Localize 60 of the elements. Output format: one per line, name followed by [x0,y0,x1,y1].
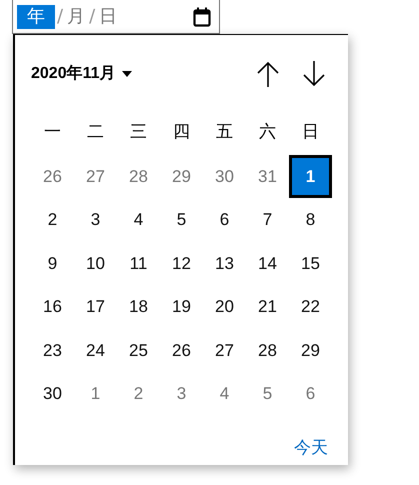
weekday-label: 四 [172,121,191,144]
day-cell[interactable]: 14 [246,242,289,285]
weekday-label: 五 [215,121,234,144]
day-cell[interactable]: 4 [203,372,246,416]
arrow-up-icon[interactable] [256,61,280,87]
day-cell[interactable]: 5 [246,372,289,416]
day-cell[interactable]: 31 [246,154,289,198]
separator: / [56,4,64,28]
day-cell[interactable]: 10 [74,242,117,285]
day-cell[interactable]: 1 [289,154,332,198]
day-cell[interactable]: 2 [117,372,160,416]
month-dropdown[interactable]: 2020年11月 [31,62,132,86]
day-cell[interactable]: 25 [117,328,160,372]
caret-icon [122,71,132,77]
day-cell[interactable]: 4 [117,198,160,242]
day-cell[interactable]: 2 [31,198,74,242]
day-cell[interactable]: 28 [117,154,160,198]
day-cell[interactable]: 24 [74,328,117,372]
day-cell[interactable]: 30 [203,154,246,198]
day-cell[interactable]: 17 [74,285,117,328]
day-cell[interactable]: 30 [31,372,74,416]
day-cell[interactable]: 6 [203,198,246,242]
day-cell[interactable]: 29 [289,328,332,372]
day-cell[interactable]: 16 [31,285,74,328]
day-cell[interactable]: 15 [289,242,332,285]
day-cell[interactable]: 19 [160,285,203,328]
day-cell[interactable]: 13 [203,242,246,285]
day-cell[interactable]: 1 [74,372,117,416]
weekday-label: 三 [129,121,148,144]
day-cell[interactable]: 27 [74,154,117,198]
date-segment[interactable]: 日 [97,4,120,28]
day-cell[interactable]: 8 [289,198,332,242]
day-cell[interactable]: 21 [246,285,289,328]
day-cell[interactable]: 9 [31,242,74,285]
weekday-label: 六 [258,121,277,144]
day-cell[interactable]: 26 [31,154,74,198]
day-cell[interactable]: 6 [289,372,332,416]
day-cell[interactable]: 18 [117,285,160,328]
weekday-label: 二 [86,121,105,144]
calendar-icon[interactable] [193,6,211,26]
day-cell[interactable]: 5 [160,198,203,242]
day-cell[interactable]: 7 [246,198,289,242]
day-cell[interactable]: 22 [289,285,332,328]
day-cell[interactable]: 3 [74,198,117,242]
weekday-label: 日 [301,121,320,144]
arrow-down-icon[interactable] [302,61,326,87]
day-cell[interactable]: 20 [203,285,246,328]
day-cell[interactable]: 26 [160,328,203,372]
date-segment[interactable]: 年 [17,4,55,28]
day-cell[interactable]: 29 [160,154,203,198]
day-cell[interactable]: 27 [203,328,246,372]
today-button[interactable]: 今天 [294,436,328,461]
day-cell[interactable]: 11 [117,242,160,285]
weekday-label: 一 [43,121,62,144]
day-cell[interactable]: 23 [31,328,74,372]
separator: / [88,4,96,28]
day-cell[interactable]: 28 [246,328,289,372]
day-cell[interactable]: 12 [160,242,203,285]
day-cell[interactable]: 3 [160,372,203,416]
date-segment[interactable]: 月 [65,4,88,28]
